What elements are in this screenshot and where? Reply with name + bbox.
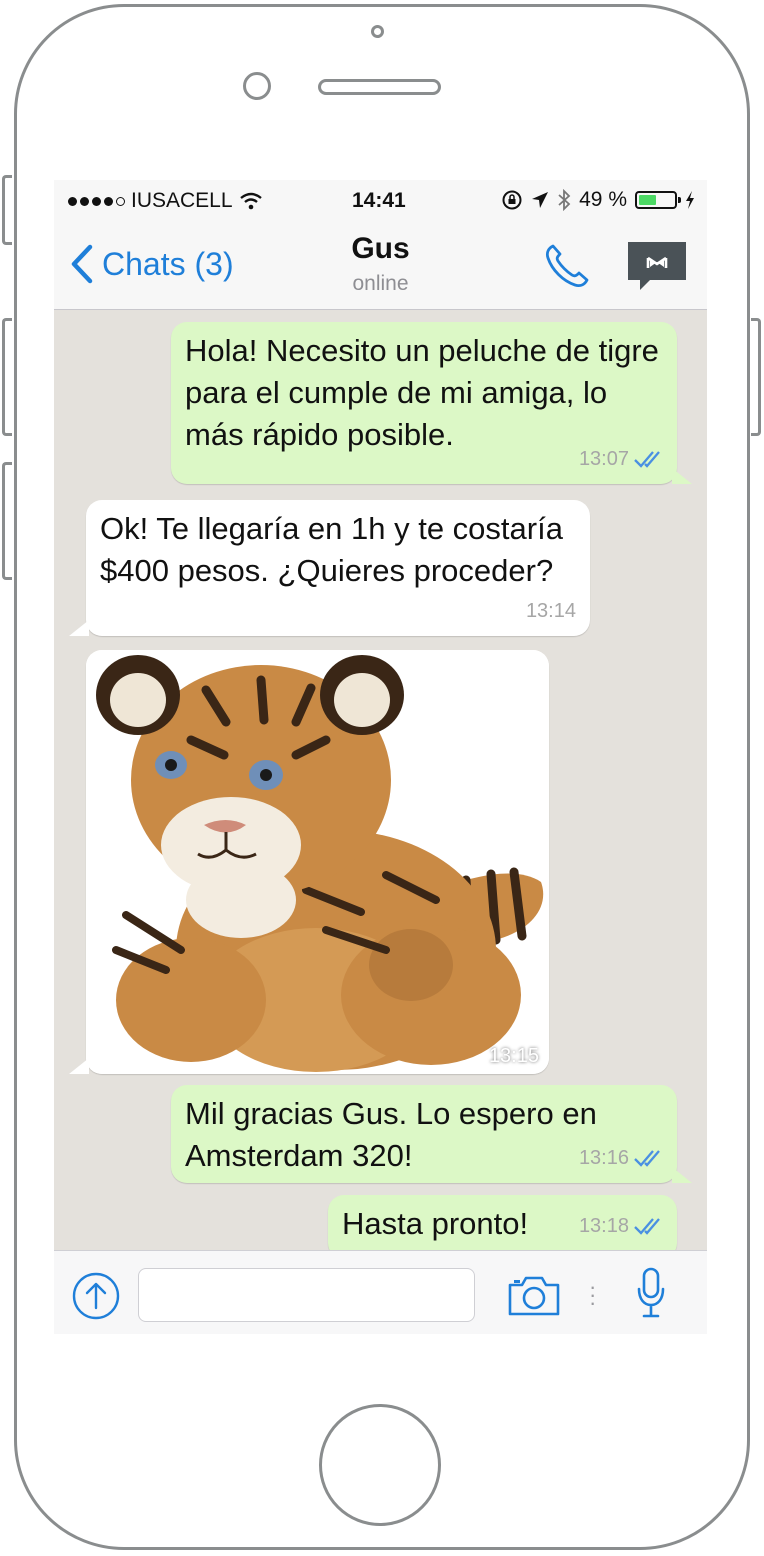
phone-icon [545, 244, 589, 288]
volume-down-button [2, 462, 12, 580]
bubble-tail [672, 468, 692, 484]
contact-status: online [352, 272, 409, 295]
message-time: 13:16 [578, 1147, 629, 1169]
message-meta: 13:14 [526, 590, 576, 632]
message-text: Hasta pronto! [342, 1206, 529, 1241]
charging-bolt-icon [686, 191, 694, 209]
message-text: Ok! Te llegaría en 1h y te costaría $400… [100, 511, 563, 588]
message-time: 13:07 [578, 448, 629, 470]
message-text: Hola! Necesito un peluche de tigre para … [185, 333, 659, 452]
message-meta: 13:18 [579, 1205, 663, 1247]
home-button[interactable] [319, 1404, 441, 1526]
phone-screen: IUSACELL 14:41 49 % Chats (3) Gus online… [54, 180, 707, 1334]
signal-strength-icon [68, 196, 125, 206]
wifi-icon [239, 192, 262, 210]
camera-button[interactable] [507, 1273, 561, 1322]
message-incoming[interactable]: Ok! Te llegaría en 1h y te costaría $400… [86, 500, 590, 636]
double-check-icon [634, 1218, 660, 1235]
microphone-icon [637, 1267, 665, 1318]
double-check-icon [634, 451, 660, 468]
rotation-lock-icon [502, 190, 522, 210]
front-camera [243, 72, 271, 100]
message-time: 13:18 [578, 1215, 629, 1237]
mic-button[interactable] [636, 1267, 666, 1324]
bubble-tail [69, 620, 89, 636]
status-right: 49 % [501, 188, 695, 212]
double-check-icon [634, 1150, 660, 1167]
message-meta: 13:16 [579, 1137, 663, 1179]
battery-icon [635, 191, 681, 209]
mute-switch [2, 175, 12, 245]
message-input[interactable] [138, 1268, 475, 1322]
location-icon [532, 192, 549, 208]
tiger-plush-image [86, 650, 549, 1074]
chat-area: Hola! Necesito un peluche de tigre para … [54, 310, 707, 1250]
carrier-info: IUSACELL [68, 189, 263, 213]
volume-up-button [2, 318, 12, 436]
camera-icon [508, 1276, 560, 1316]
bubble-tail [672, 1167, 692, 1183]
battery-percent: 49 % [579, 188, 627, 211]
image-time: 13:15 [488, 1045, 539, 1067]
contact-card-icon [628, 242, 686, 290]
message-meta: 13:07 [579, 438, 663, 480]
message-outgoing[interactable]: Hasta pronto! 13:18 [328, 1195, 677, 1250]
message-time: 13:14 [525, 600, 576, 622]
share-button[interactable] [71, 1271, 121, 1326]
status-time: 14:41 [352, 189, 406, 212]
contact-info[interactable]: Gus online [54, 232, 707, 296]
bubble-tail [69, 1058, 89, 1074]
message-outgoing[interactable]: Mil gracias Gus. Lo espero en Amsterdam … [171, 1085, 677, 1183]
separator-dots: · · · [589, 1274, 597, 1315]
earpiece-speaker [318, 79, 441, 95]
message-image[interactable]: 13:15 [86, 650, 549, 1074]
status-bar: IUSACELL 14:41 49 % [54, 180, 707, 220]
message-outgoing[interactable]: Hola! Necesito un peluche de tigre para … [171, 322, 677, 484]
contact-name: Gus [351, 232, 410, 265]
chat-header: Chats (3) Gus online [54, 220, 707, 310]
share-upload-icon [72, 1272, 120, 1320]
call-button[interactable] [541, 240, 593, 297]
power-button [751, 318, 761, 436]
message-input-bar: · · · [54, 1250, 707, 1334]
carrier-name: IUSACELL [131, 189, 233, 212]
message-text: Mil gracias Gus. Lo espero en Amsterdam … [185, 1096, 597, 1173]
contact-card-button[interactable] [626, 240, 688, 297]
proximity-sensor [371, 25, 384, 38]
bluetooth-icon [558, 189, 571, 211]
